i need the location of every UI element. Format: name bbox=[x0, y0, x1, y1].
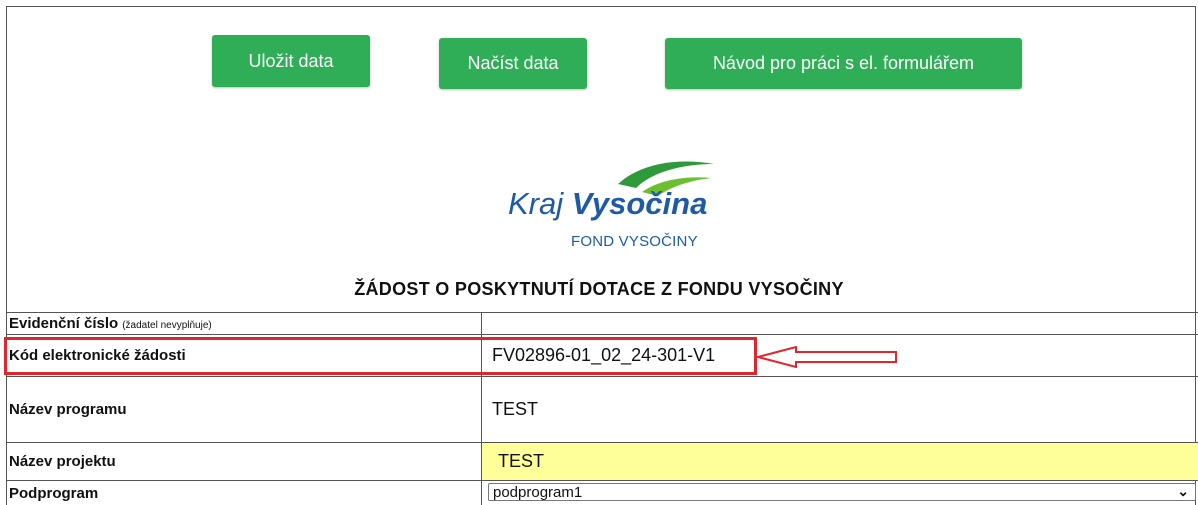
row-label: Název programu bbox=[9, 401, 127, 418]
highlight-box bbox=[4, 337, 757, 375]
brand-logo-subtitle: FOND VYSOČINY bbox=[571, 233, 698, 250]
evidencni-cislo-value bbox=[482, 313, 1198, 334]
table-row: Název projektu TEST bbox=[6, 442, 1198, 480]
red-left-arrow-icon bbox=[756, 346, 897, 368]
project-name-value: TEST bbox=[498, 451, 545, 471]
row-label: Podprogram bbox=[9, 484, 99, 502]
row-label-cell: Název projektu bbox=[6, 443, 482, 480]
row-label-note: (žadatel nevyplňuje) bbox=[122, 319, 212, 331]
row-label: Název projektu bbox=[9, 453, 116, 470]
table-row: Název programu TEST bbox=[6, 376, 1198, 442]
row-label: Evidenční číslo bbox=[9, 315, 119, 332]
form-title: ŽÁDOST O POSKYTNUTÍ DOTACE Z FONDU VYSOČ… bbox=[354, 279, 844, 299]
brand-logo-text: Kraj Vysočina bbox=[508, 186, 707, 222]
row-label-cell: Název programu bbox=[6, 377, 482, 442]
subprogram-selected-value: podprogram1 bbox=[493, 483, 583, 501]
table-row: Evidenční číslo (žadatel nevyplňuje) bbox=[6, 312, 1198, 334]
program-name-value: TEST bbox=[492, 399, 539, 419]
brand-logo-light: Kraj bbox=[508, 186, 564, 221]
form-guide-button[interactable]: Návod pro práci s el. formulářem bbox=[665, 38, 1022, 89]
row-label-cell: Podprogram bbox=[6, 481, 482, 505]
load-data-button[interactable]: Načíst data bbox=[439, 38, 587, 89]
project-name-input[interactable]: TEST bbox=[482, 443, 1198, 480]
chevron-down-icon: ⌄ bbox=[1177, 483, 1189, 499]
save-data-button[interactable]: Uložit data bbox=[212, 35, 370, 87]
row-label-cell: Evidenční číslo (žadatel nevyplňuje) bbox=[6, 313, 482, 334]
brand-logo-bold: Vysočina bbox=[571, 186, 708, 221]
subprogram-select[interactable]: podprogram1 ⌄ bbox=[488, 483, 1196, 501]
